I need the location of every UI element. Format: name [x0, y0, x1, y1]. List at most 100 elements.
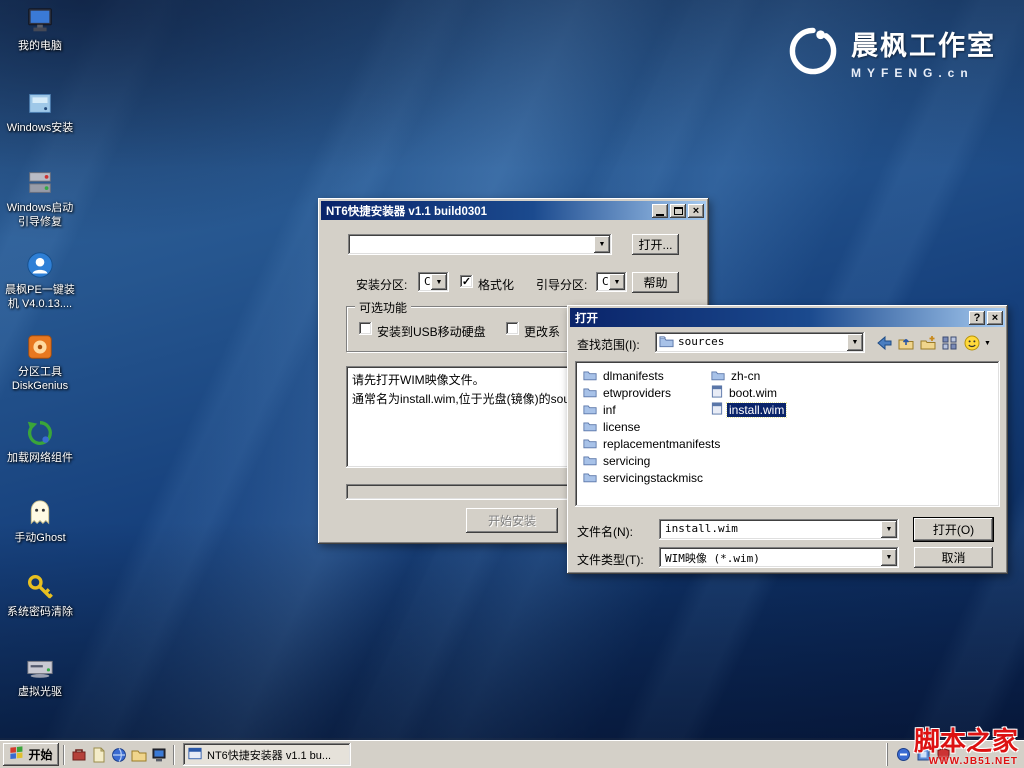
- look-in-value: sources: [678, 335, 724, 348]
- chevron-down-icon[interactable]: ▼: [984, 340, 991, 347]
- filetype-combobox[interactable]: WIM映像 (*.wim) ▼: [659, 547, 899, 568]
- look-in-dropdown-button[interactable]: ▼: [847, 334, 863, 351]
- boot-partition-dropdown-button[interactable]: ▼: [609, 274, 625, 290]
- quicklaunch-icon-4[interactable]: [130, 746, 148, 764]
- installer-titlebar[interactable]: NT6快捷安装器 v1.1 build0301 ×: [321, 201, 706, 220]
- myfeng-logo: 晨枫工作室 MYFENG.cn: [787, 24, 996, 80]
- file-list-item[interactable]: inf: [583, 402, 722, 418]
- chevron-down-icon: ▼: [852, 339, 859, 346]
- file-list-item[interactable]: dlmanifests: [583, 368, 722, 384]
- change-system-checkbox[interactable]: [506, 322, 519, 335]
- desktop-icon-label: 加载网络组件: [7, 451, 73, 465]
- new-folder-icon[interactable]: [918, 333, 938, 353]
- boot-partition-combobox[interactable]: C ▼: [596, 272, 627, 292]
- desktop-icon-boot-repair[interactable]: Windows启动 引导修复: [2, 168, 78, 230]
- help-icon: ?: [974, 312, 981, 324]
- start-button[interactable]: 开始: [3, 743, 59, 766]
- quicklaunch-icon-2[interactable]: [90, 746, 108, 764]
- desktop-icon-ghost[interactable]: 手动Ghost: [2, 498, 78, 545]
- optional-features-legend: 可选功能: [355, 299, 411, 316]
- look-in-combobox[interactable]: sources ▼: [655, 332, 865, 353]
- open-confirm-button[interactable]: 打开(O): [914, 518, 993, 541]
- tray-icon-3[interactable]: [936, 747, 951, 762]
- taskbar-divider: [63, 745, 65, 765]
- tray-icon-1[interactable]: [896, 747, 911, 762]
- quicklaunch-icon-3[interactable]: [110, 746, 128, 764]
- myfeng-swirl-icon: [787, 25, 839, 80]
- install-partition-combobox[interactable]: C ▼: [418, 272, 449, 292]
- look-in-label: 查找范围(I):: [577, 336, 640, 353]
- quicklaunch-icon-5[interactable]: [150, 746, 168, 764]
- file-list[interactable]: dlmanifests etwproviders inf license rep…: [575, 361, 1000, 507]
- checkmark-icon: ✓: [462, 275, 471, 288]
- folder-icon: [583, 369, 597, 384]
- filename-dropdown-button[interactable]: ▼: [881, 521, 897, 538]
- filename-combobox[interactable]: install.wim ▼: [659, 519, 899, 540]
- change-system-label: 更改系: [524, 323, 560, 340]
- maximize-button[interactable]: [670, 204, 686, 218]
- tray-icon-2[interactable]: [916, 747, 931, 762]
- open-wim-button[interactable]: 打开...: [632, 234, 679, 255]
- wim-path-dropdown-button[interactable]: ▼: [594, 236, 610, 253]
- ghost-icon: [25, 498, 55, 528]
- open-dialog-titlebar[interactable]: 打开 ? ×: [570, 308, 1005, 327]
- quicklaunch-icon-1[interactable]: [70, 746, 88, 764]
- desktop-icon-label: 晨枫PE一键装 机 V4.0.13....: [5, 283, 75, 312]
- file-list-column-1: dlmanifests etwproviders inf license rep…: [583, 368, 722, 486]
- help-button[interactable]: 帮助: [632, 272, 679, 293]
- usb-install-label: 安装到USB移动硬盘: [377, 323, 486, 340]
- filename-value: install.wim: [665, 522, 738, 535]
- file-list-item[interactable]: servicingstackmisc: [583, 470, 722, 486]
- desktop-icon-network[interactable]: 加载网络组件: [2, 418, 78, 465]
- cancel-button[interactable]: 取消: [914, 547, 993, 568]
- chevron-down-icon: ▼: [436, 279, 443, 286]
- open-dialog-title: 打开: [575, 310, 967, 326]
- format-checkbox[interactable]: ✓: [460, 275, 473, 288]
- file-list-item[interactable]: zh-cn: [711, 368, 786, 384]
- desktop-icon-label: Windows启动 引导修复: [7, 201, 74, 230]
- virtual-drive-icon: [25, 652, 55, 682]
- chevron-down-icon: ▼: [886, 526, 893, 533]
- file-list-item[interactable]: etwproviders: [583, 385, 722, 401]
- desktop-icon-pe-installer[interactable]: 晨枫PE一键装 机 V4.0.13....: [2, 250, 78, 312]
- file-list-item[interactable]: replacementmanifests: [583, 436, 722, 452]
- wim-path-combobox[interactable]: ▼: [348, 234, 612, 255]
- file-list-item[interactable]: boot.wim: [711, 385, 786, 401]
- wim-file-icon: [711, 385, 723, 401]
- chevron-down-icon: ▼: [599, 241, 606, 248]
- network-icon: [25, 418, 55, 448]
- usb-install-checkbox[interactable]: [359, 322, 372, 335]
- system-tray: [887, 743, 1021, 766]
- file-list-item[interactable]: license: [583, 419, 722, 435]
- taskbar: 开始 NT6快捷安装器 v1.1 bu...: [0, 740, 1024, 768]
- file-list-item[interactable]: servicing: [583, 453, 722, 469]
- desktop-icon-password-clear[interactable]: 系统密码清除: [2, 572, 78, 619]
- desktop-icon-label: Windows安装: [7, 121, 74, 135]
- desktop-icon-my-computer[interactable]: 我的电脑: [2, 6, 78, 53]
- task-button-installer[interactable]: NT6快捷安装器 v1.1 bu...: [183, 743, 351, 766]
- filetype-dropdown-button[interactable]: ▼: [881, 549, 897, 566]
- help-titlebar-button[interactable]: ?: [969, 311, 985, 325]
- chevron-down-icon: ▼: [614, 279, 621, 286]
- back-icon[interactable]: [874, 333, 894, 353]
- close-button[interactable]: ×: [688, 204, 704, 218]
- desktop-icon-diskgenius[interactable]: 分区工具 DiskGenius: [2, 332, 78, 394]
- folder-icon: [711, 369, 725, 384]
- smiley-icon[interactable]: [962, 333, 982, 353]
- desktop-icon-windows-install[interactable]: Windows安装: [2, 88, 78, 135]
- folder-icon: [583, 471, 597, 486]
- open-dialog-client-area: 查找范围(I): sources ▼ ▼ dlmanifests etwprov…: [570, 327, 1005, 571]
- file-list-item-selected[interactable]: install.wim: [711, 402, 786, 418]
- start-install-button[interactable]: 开始安装: [466, 508, 558, 533]
- open-file-dialog: 打开 ? × 查找范围(I): sources ▼ ▼ dlmanifests …: [567, 305, 1008, 574]
- desktop-icon-virtual-drive[interactable]: 虚拟光驱: [2, 652, 78, 699]
- install-partition-dropdown-button[interactable]: ▼: [431, 274, 447, 290]
- filename-label: 文件名(N):: [577, 523, 633, 540]
- taskbar-divider: [173, 745, 175, 765]
- up-folder-icon[interactable]: [896, 333, 916, 353]
- close-button[interactable]: ×: [987, 311, 1003, 325]
- view-menu-icon[interactable]: [940, 333, 960, 353]
- close-icon: ×: [693, 205, 699, 217]
- minimize-button[interactable]: [652, 204, 668, 218]
- format-label: 格式化: [478, 276, 514, 293]
